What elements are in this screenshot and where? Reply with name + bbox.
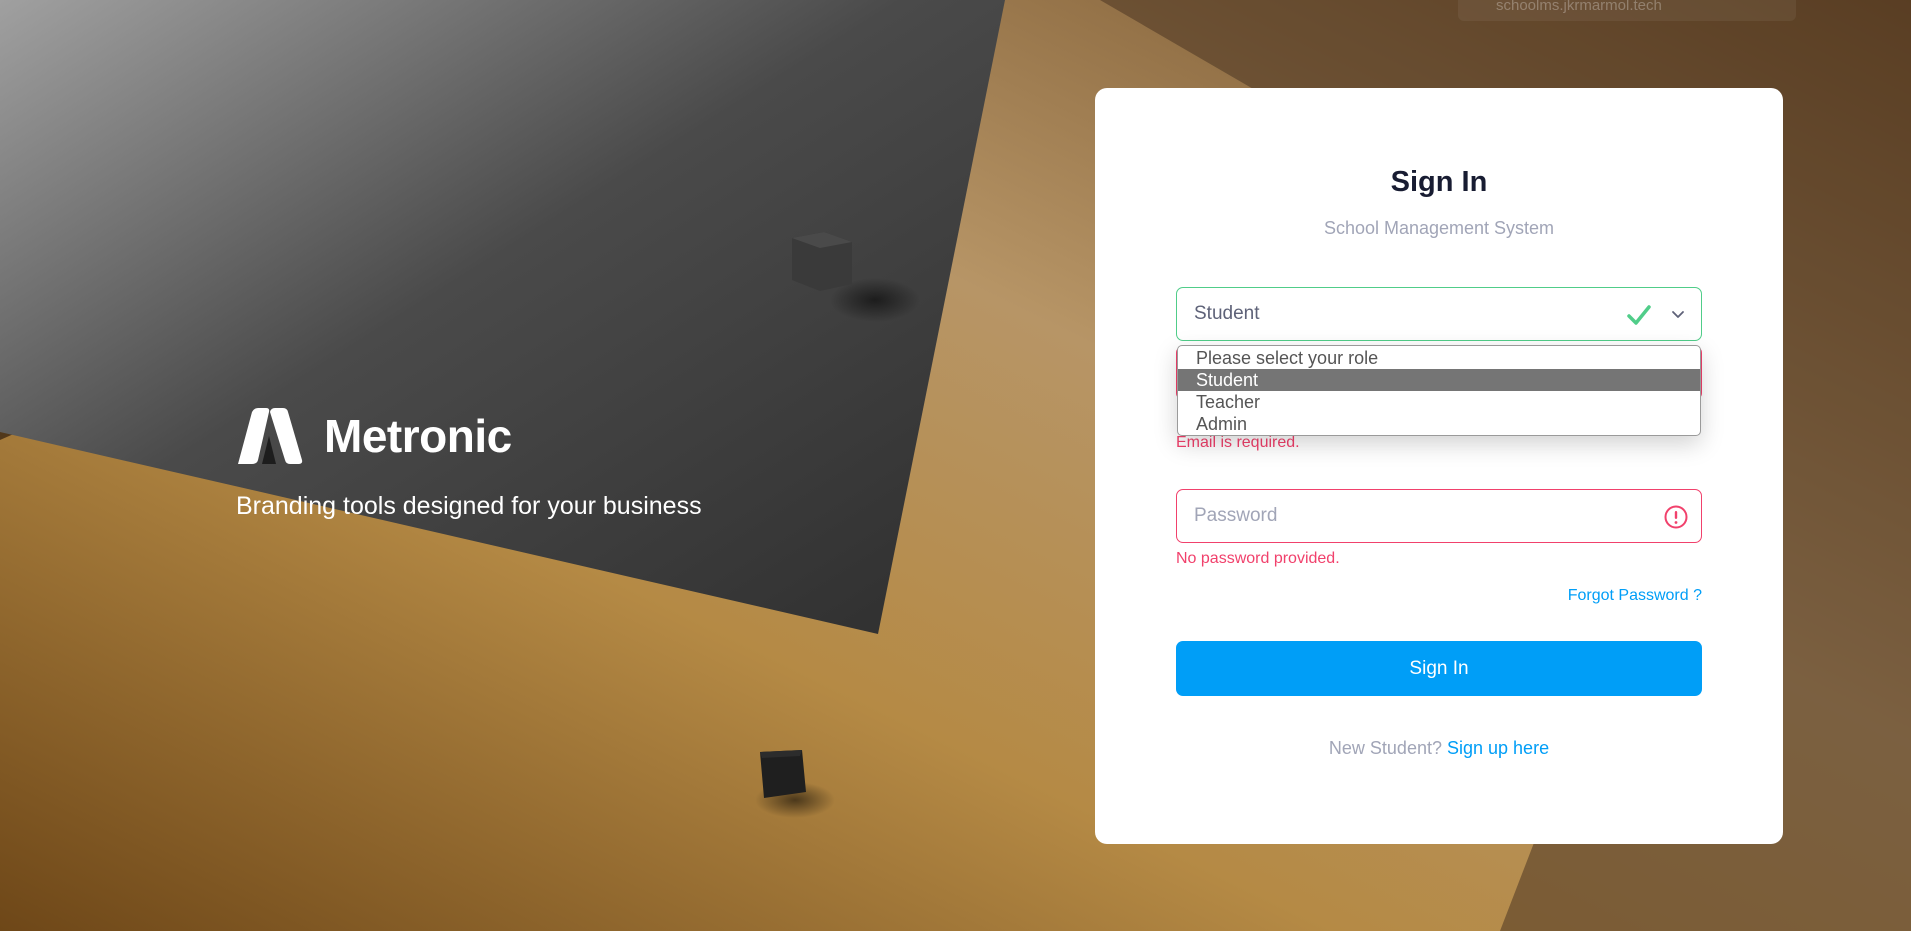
brand: Metronic bbox=[236, 408, 512, 464]
page-subtitle: School Management System bbox=[1323, 218, 1555, 238]
password-placeholder: Password bbox=[1194, 505, 1278, 526]
password-field[interactable]: Password bbox=[1176, 489, 1702, 543]
role-option[interactable]: Teacher bbox=[1178, 391, 1700, 413]
role-option-selected[interactable]: Student bbox=[1178, 369, 1700, 391]
password-error: No password provided. bbox=[1176, 550, 1340, 567]
role-select-value: Student bbox=[1194, 303, 1260, 324]
signup-prompt: New Student? Sign up here bbox=[1095, 738, 1783, 759]
sign-in-button[interactable]: Sign In bbox=[1176, 641, 1702, 696]
logo-icon bbox=[238, 408, 303, 464]
email-error: Email is required. bbox=[1176, 434, 1300, 451]
sign-in-card: Sign In School Management System Student… bbox=[1095, 88, 1783, 844]
forgot-password-link[interactable]: Forgot Password ? bbox=[1568, 587, 1702, 605]
role-select[interactable]: Student bbox=[1176, 287, 1702, 341]
brand-name: Metronic bbox=[324, 410, 512, 462]
warning-icon bbox=[1664, 505, 1688, 529]
check-icon bbox=[1627, 305, 1651, 325]
page-title: Sign In bbox=[1390, 166, 1488, 198]
signup-prompt-text: New Student? bbox=[1328, 738, 1442, 758]
role-option[interactable]: Please select your role bbox=[1178, 347, 1700, 369]
role-dropdown-list[interactable]: Please select your role Student Teacher … bbox=[1177, 345, 1701, 436]
chevron-down-icon bbox=[1672, 311, 1684, 318]
role-option[interactable]: Admin bbox=[1178, 413, 1700, 435]
brand-tagline: Branding tools designed for your busines… bbox=[236, 492, 702, 520]
signup-link[interactable]: Sign up here bbox=[1447, 738, 1549, 758]
browser-url-bar[interactable]: schoolms.jkrmarmol.tech bbox=[1458, 0, 1796, 21]
